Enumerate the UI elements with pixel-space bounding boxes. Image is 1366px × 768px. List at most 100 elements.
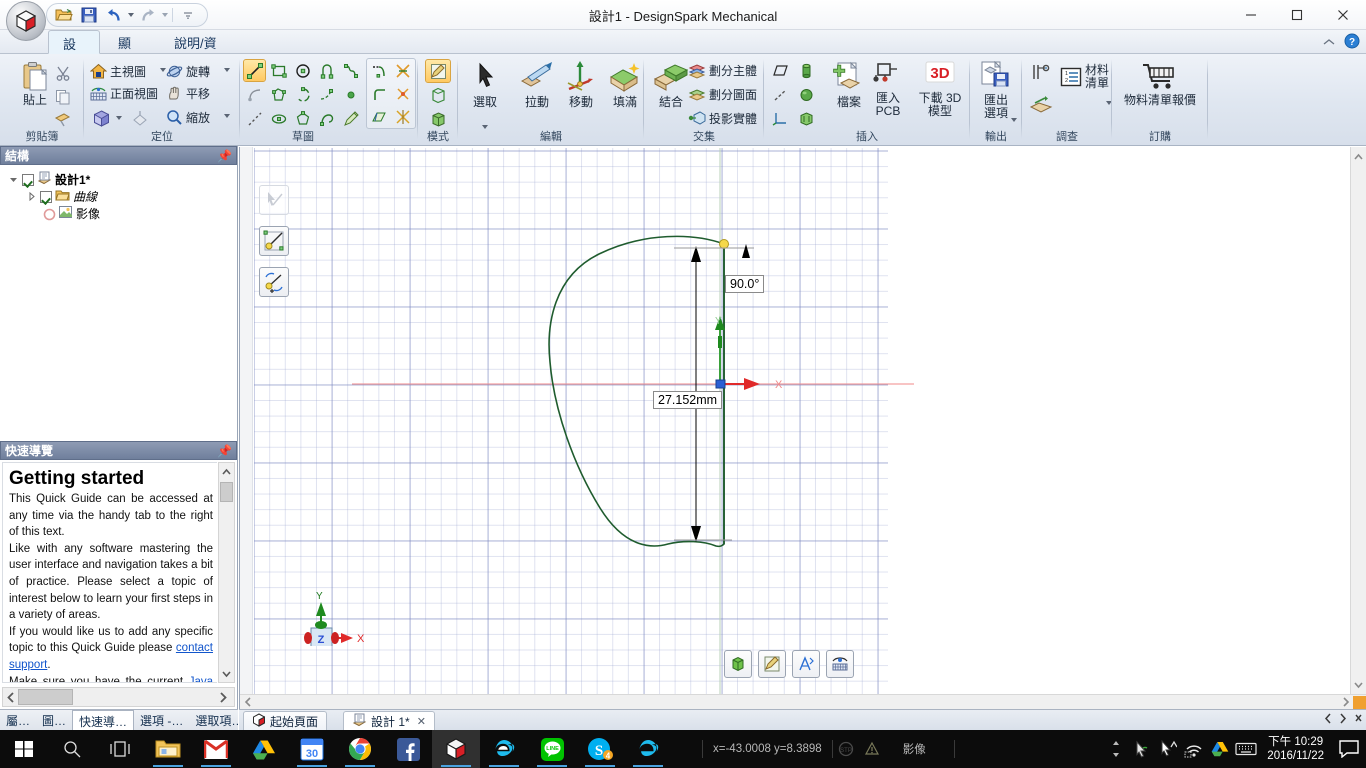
undo-dropdown-icon[interactable] [128,13,134,17]
quick-guide-horizontal-scrollbar[interactable] [2,687,235,707]
tree-checkbox[interactable] [22,173,34,186]
offset-curve-icon[interactable] [392,106,413,127]
trim-away-icon[interactable] [368,60,389,81]
minimize-button[interactable] [1228,0,1274,30]
keyboard-icon[interactable] [1233,730,1259,768]
rectangle-icon[interactable] [268,60,289,81]
section-view-icon[interactable] [792,650,820,678]
task-view-icon[interactable] [96,730,144,768]
split-body-button[interactable]: 劃分主體 [686,60,759,80]
sketch-area[interactable]: Y X 90.0° 27.152mm Y X Z [254,148,1334,694]
collapse-ribbon-icon[interactable] [1322,36,1336,50]
export-options-button[interactable]: 匯出 選項 [969,61,1023,120]
canvas-scroll-right-icon[interactable] [1338,694,1353,710]
scroll-right-icon[interactable] [216,689,231,705]
expander-collapsed-icon[interactable] [26,191,37,202]
canvas-scroll-up-icon[interactable] [1351,148,1366,164]
doc-tabs-next-icon[interactable] [1339,713,1348,727]
panel-tab-properties[interactable]: 屬… [0,710,36,731]
sketch-mode-icon[interactable] [425,59,451,83]
solid-mode-icon[interactable] [426,108,450,130]
tree-node-design[interactable]: 設計1* [6,171,237,188]
split-face-button[interactable]: 劃分圖面 [686,84,759,104]
sweep-arc-icon[interactable] [244,84,265,105]
quick-guide-vertical-scrollbar[interactable] [218,462,235,683]
maximize-button[interactable] [1274,0,1320,30]
help-icon[interactable]: ? [1344,33,1360,52]
search-icon[interactable] [48,730,96,768]
status-stop-icon[interactable]: STP [833,730,859,768]
pointer-icon[interactable] [1155,730,1181,768]
plan-view-button[interactable]: 正面視圖 [88,83,160,103]
doc-tab-close-icon[interactable]: ✕ [417,715,426,728]
line-icon[interactable]: LINE [528,730,576,768]
angle-dimension[interactable]: 90.0° [725,275,765,293]
show-hidden-icon[interactable] [826,650,854,678]
point-icon[interactable] [340,84,361,105]
polygon-icon[interactable] [268,84,289,105]
canvas-vertical-scrollbar[interactable] [1350,147,1366,694]
view-cube-icon[interactable] [89,106,113,130]
pan-button[interactable]: 平移 [164,83,212,103]
tree-node-curves[interactable]: 曲線 [6,188,237,205]
windows-start-icon[interactable] [0,730,48,768]
zoom-button[interactable]: 縮放 [164,107,212,127]
spline-icon[interactable] [340,60,361,81]
import-pcb-button[interactable]: 匯入 PCB [866,61,910,118]
plane-icon[interactable] [770,60,791,81]
status-warning-icon[interactable] [859,730,885,768]
sketch-move-icon[interactable] [259,267,289,297]
designspark-icon[interactable] [432,730,480,768]
zoom-dropdown-icon[interactable] [224,114,230,118]
canvas-horizontal-scrollbar[interactable] [240,694,1366,709]
bom-button[interactable]: 1 2 材料 清單 [1058,64,1111,90]
chrome-icon[interactable] [336,730,384,768]
java-link[interactable]: Java [189,676,213,682]
canvas-scroll-left-icon[interactable] [240,694,255,710]
tangent-arc-icon[interactable] [316,60,337,81]
facebook-icon[interactable] [384,730,432,768]
google-drive-tray-icon[interactable] [1207,730,1233,768]
mass-properties-icon[interactable] [1026,90,1056,118]
network-icon[interactable] [1181,730,1207,768]
solid-view-icon[interactable] [724,650,752,678]
measure-icon[interactable] [1026,60,1056,88]
panel-tab-quick-guide[interactable]: 快速導… [72,709,135,731]
ribbon-tab-help[interactable]: 說明/資源 [160,30,240,70]
rotate-button[interactable]: 旋轉 [164,61,212,81]
circle-icon[interactable] [292,60,313,81]
open-icon[interactable] [53,5,75,25]
tree-node-image[interactable]: 影像 [6,205,237,222]
download-3d-button[interactable]: 3D 下載 3D 模型 [914,61,966,118]
export-options-dropdown-icon[interactable] [1011,118,1017,122]
cut-icon[interactable] [52,62,73,83]
sphere-icon[interactable] [796,84,817,105]
redo-icon[interactable] [137,5,159,25]
application-menu-button[interactable] [6,1,46,41]
clock[interactable]: 下午 10:29 2016/11/22 [1259,735,1332,763]
customize-qat-icon[interactable] [177,5,199,25]
panel-tab-layers[interactable]: 圖… [36,710,72,731]
file-explorer-icon[interactable] [144,730,192,768]
doc-tabs-prev-icon[interactable] [1324,713,1333,727]
google-drive-icon[interactable] [240,730,288,768]
select-sketch-icon[interactable] [259,185,289,215]
undo-icon[interactable] [103,5,125,25]
sketch-view-icon[interactable] [758,650,786,678]
panel-tab-options[interactable]: 選項 -… [134,710,189,731]
arc-icon[interactable] [316,108,337,129]
expander-expanded-icon[interactable] [8,174,19,185]
close-button[interactable] [1320,0,1366,30]
pin-icon[interactable]: 📌 [217,149,232,163]
skype-icon[interactable]: S 4 [576,730,624,768]
ellipse-icon[interactable] [268,108,289,129]
split-curve-icon[interactable] [392,60,413,81]
redo-dropdown-icon[interactable] [162,13,168,17]
scroll-up-icon[interactable] [219,463,234,479]
construction-line-icon[interactable] [244,108,265,129]
scroll-thumb[interactable] [220,482,233,502]
doc-tab-start-page[interactable]: 起始頁面 [243,711,328,731]
design-canvas[interactable]: Y X 90.0° 27.152mm Y X Z [239,147,1366,709]
tree-checkbox[interactable] [40,190,52,203]
save-icon[interactable] [78,5,100,25]
